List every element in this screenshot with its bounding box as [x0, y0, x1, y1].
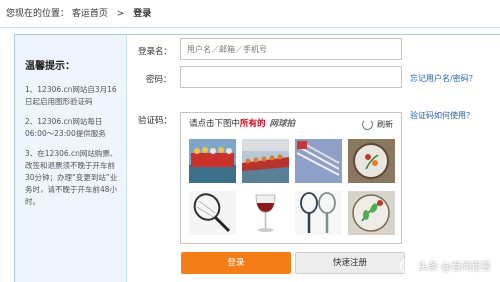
- password-input[interactable]: [180, 66, 402, 88]
- breadcrumb-separator: >: [116, 9, 125, 19]
- captcha-target-word: 网球拍: [269, 119, 296, 129]
- captcha-help-link[interactable]: 验证码如何使用？: [410, 110, 474, 121]
- captcha-refresh-button[interactable]: 刷新: [362, 117, 393, 131]
- quick-register-button[interactable]: 快速注册: [295, 252, 405, 274]
- captcha-image-dragon-boat-race[interactable]: [242, 139, 289, 183]
- captcha-image-wine-glass[interactable]: [242, 191, 289, 235]
- refresh-icon: [362, 118, 373, 130]
- captcha-instruction-text: 请点击下图中: [189, 119, 241, 129]
- captcha-image-embroidery-flower[interactable]: [348, 191, 395, 235]
- captcha-image-dragon-boat[interactable]: [189, 139, 236, 183]
- password-label: 密码：: [146, 75, 172, 85]
- breadcrumb: 您现在的位置： 客运首页 > 登录: [0, 0, 500, 28]
- breadcrumb-prefix: 您现在的位置：: [6, 9, 70, 19]
- tip-item: 3、在12306.cn网站购票、改签和退票须不晚于开车前30分钟；办理“变更到站…: [25, 149, 118, 206]
- watermark-icon: [400, 258, 414, 273]
- captcha-image-tennis-racket-pair[interactable]: [295, 191, 342, 235]
- login-button[interactable]: 登录: [181, 252, 291, 274]
- captcha-refresh-label: 刷新: [377, 119, 393, 129]
- captcha-image-tennis-racket[interactable]: [189, 191, 236, 235]
- forgot-password-link[interactable]: 忘记用户名/密码？: [410, 73, 477, 84]
- tips-title: 温馨提示：: [25, 61, 75, 72]
- username-input[interactable]: [180, 38, 402, 60]
- username-label: 登录名：: [138, 47, 173, 57]
- watermark-text: 头条 @百问百答: [418, 262, 492, 273]
- breadcrumb-current: 登录: [133, 9, 152, 19]
- tip-item: 2、12306.cn网站每日06:00～23:00提供服务: [25, 117, 106, 138]
- breadcrumb-home-link[interactable]: 客运首页: [72, 9, 108, 19]
- tip-item: 1、12306.cn网站自3月16日起启用图形验证码: [25, 85, 117, 106]
- captcha-box: 请点击下图中所有的 网球拍 刷新: [180, 112, 402, 244]
- tips-sidebar: 温馨提示： 1、12306.cn网站自3月16日起启用图形验证码 2、12306…: [15, 35, 127, 282]
- captcha-image-embroidery[interactable]: [348, 139, 395, 183]
- captcha-label: 验证码：: [138, 116, 173, 126]
- captcha-instruction-highlight: 所有的: [240, 119, 266, 129]
- watermark: 头条 @百问百答: [400, 258, 491, 273]
- captcha-image-chopsticks[interactable]: [295, 139, 342, 183]
